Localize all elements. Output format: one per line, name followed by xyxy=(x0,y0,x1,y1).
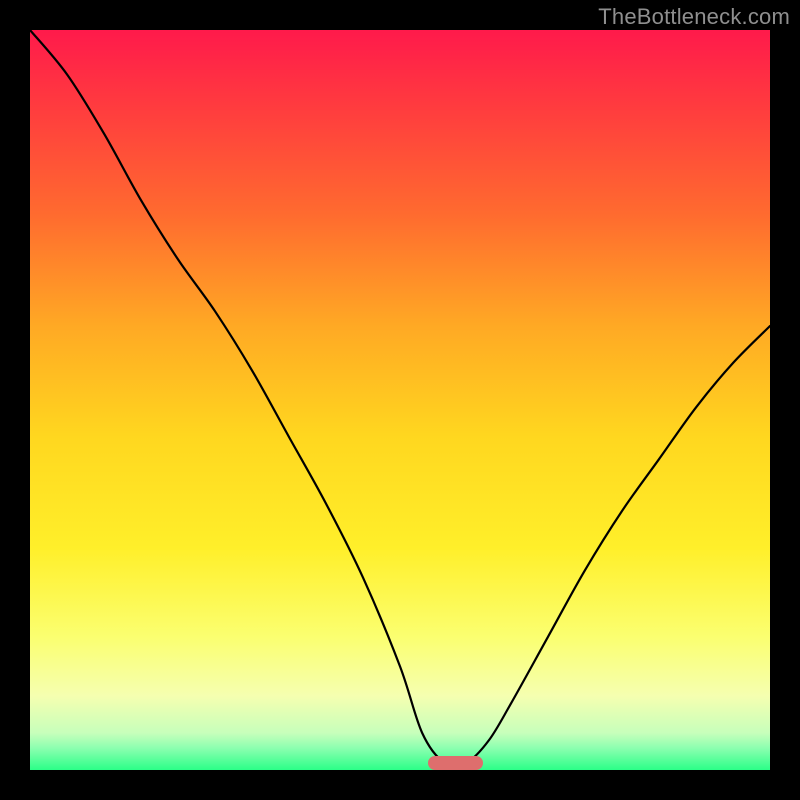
curve-svg xyxy=(30,30,770,770)
bottleneck-curve-path xyxy=(30,30,770,766)
plot-area xyxy=(30,30,770,770)
watermark-text: TheBottleneck.com xyxy=(598,4,790,30)
chart-frame: TheBottleneck.com xyxy=(0,0,800,800)
optimum-marker xyxy=(428,756,484,770)
